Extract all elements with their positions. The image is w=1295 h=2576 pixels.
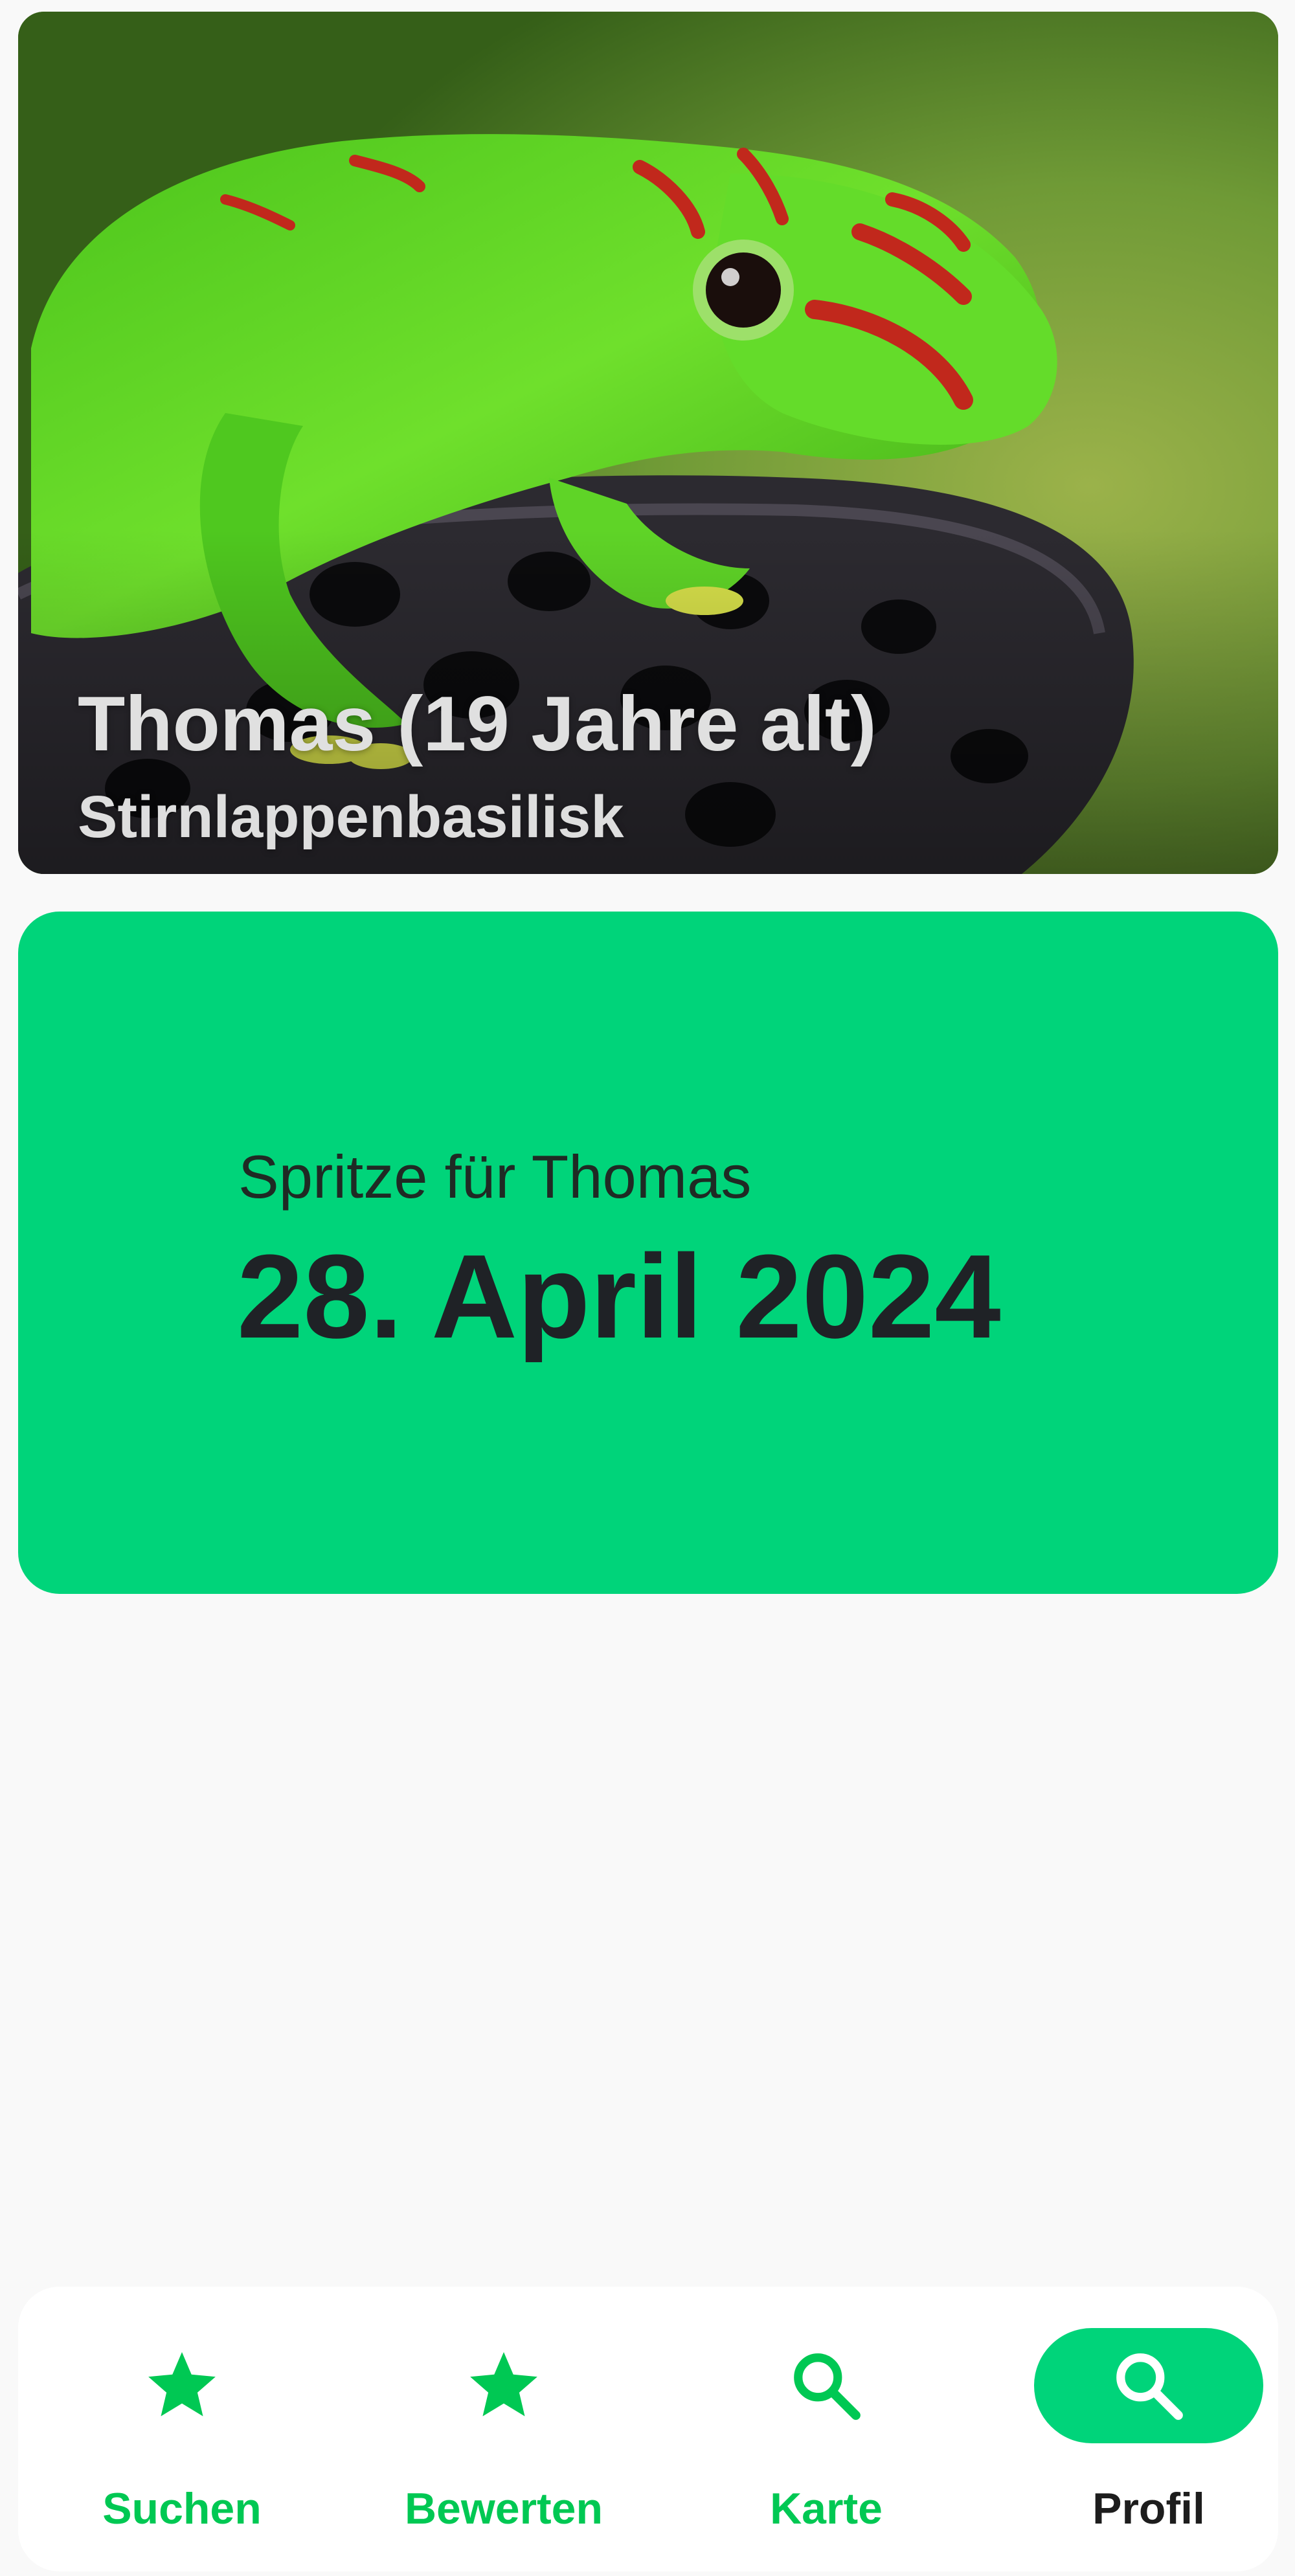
nav-label-karte: Karte — [770, 2484, 883, 2533]
bottom-navigation: Suchen Bewerten Karte Profil — [18, 2287, 1278, 2571]
nav-item-bewerten[interactable]: Bewerten — [368, 2328, 640, 2542]
pet-name: Thomas (19 Jahre alt) — [78, 680, 877, 767]
nav-label-profil: Profil — [1092, 2484, 1205, 2533]
nav-item-karte[interactable]: Karte — [690, 2328, 962, 2542]
star-icon — [142, 2346, 221, 2425]
nav-label-suchen: Suchen — [102, 2484, 262, 2533]
search-icon — [787, 2346, 866, 2425]
pet-species: Stirnlappenbasilisk — [78, 784, 624, 850]
appointment-card[interactable]: Spritze für Thomas 28. April 2024 — [18, 912, 1278, 1594]
nav-item-suchen[interactable]: Suchen — [46, 2328, 318, 2542]
appointment-date: 28. April 2024 — [237, 1229, 1001, 1363]
search-icon — [1109, 2346, 1188, 2425]
star-icon — [464, 2346, 543, 2425]
nav-label-bewerten: Bewerten — [404, 2484, 603, 2533]
nav-item-profil[interactable]: Profil — [1013, 2328, 1285, 2542]
appointment-title: Spritze für Thomas — [238, 1143, 752, 1211]
pet-hero-card[interactable]: Thomas (19 Jahre alt) Stirnlappenbasilis… — [18, 12, 1278, 874]
